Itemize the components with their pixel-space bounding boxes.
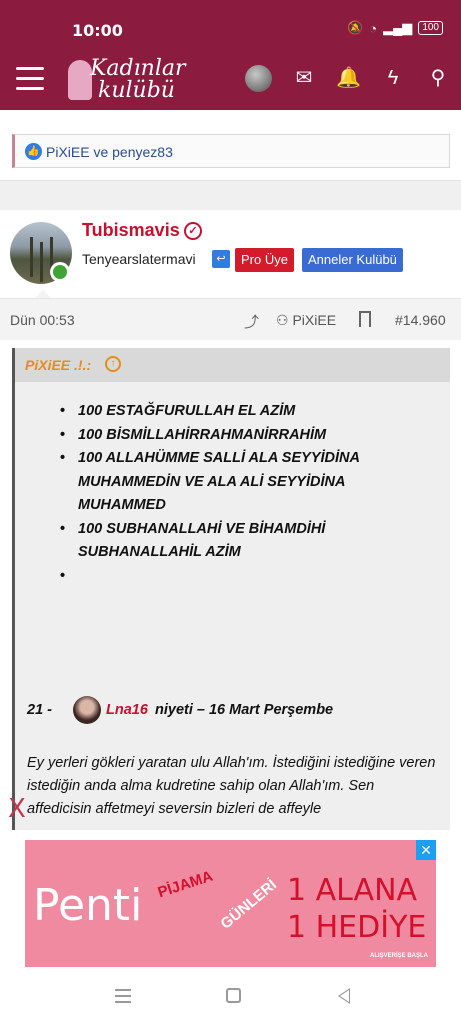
jump-up-icon[interactable]: ↑ — [105, 356, 121, 372]
status-bar: 10:00 🔕 ◔ ▂▄▆ 100 — [0, 0, 461, 50]
mini-avatar[interactable] — [73, 696, 101, 724]
post-separator — [0, 180, 461, 210]
logo-text-2: kulübü — [98, 78, 175, 103]
avatar[interactable] — [245, 65, 272, 92]
wifi-icon: ◔ — [369, 20, 378, 36]
anneler-badge: Anneler Kulübü — [302, 248, 403, 272]
site-logo[interactable]: Kadınlar kulübü — [62, 56, 192, 106]
search-icon[interactable]: ⚲ — [426, 66, 450, 90]
verified-icon: ✓ — [184, 222, 202, 240]
post-number[interactable]: #14.960 — [395, 312, 446, 328]
ad-line1: 1 ALANA — [287, 873, 418, 908]
bolt-icon[interactable]: ϟ — [381, 66, 405, 90]
post-username[interactable]: Tubismavis — [82, 220, 180, 241]
mail-icon[interactable]: ✉ — [292, 66, 316, 90]
like-icon: 👍 — [25, 143, 42, 160]
home-icon[interactable] — [226, 988, 241, 1003]
tagged-user-name: PiXiEE — [292, 312, 337, 328]
ad-line2: 1 HEDİYE — [287, 910, 427, 945]
post-meta-bar: Dün 00:53 ⤴ ⚇ PiXiEE #14.960 — [0, 298, 461, 340]
menu-icon[interactable] — [16, 67, 44, 91]
ad-dismiss-button[interactable]: X — [8, 794, 26, 824]
quote-author[interactable]: PiXiEE .!.: — [25, 357, 91, 373]
niyet-number: 21 - — [27, 702, 52, 718]
list-item: 100 ALLAHÜMME SALLİ ALA SEYYİDİNA MUHAMM… — [60, 447, 420, 518]
bell-icon[interactable]: 🔔 — [336, 66, 361, 90]
ad-cta[interactable]: ALIŞVERİŞE BAŞLA — [370, 953, 428, 959]
return-icon: ↩ — [212, 250, 230, 268]
avatar-pointer — [35, 290, 51, 298]
quote-block: PiXiEE .!.: ↑ 100 ESTAĞFURULLAH EL AZİM … — [12, 348, 450, 830]
bookmark-icon[interactable] — [359, 311, 371, 327]
signal-icon: ▂▄▆ — [383, 20, 413, 35]
quote-paragraph: Ey yerleri gökleri yaratan ulu Allah'ım.… — [27, 755, 436, 817]
ad-brand: Penti — [33, 880, 143, 931]
quote-header[interactable]: PiXiEE .!.: ↑ — [15, 348, 450, 382]
pro-badge: Pro Üye — [235, 248, 294, 272]
battery-icon: 100 — [418, 21, 443, 35]
status-icons: 🔕 ◔ ▂▄▆ 100 — [347, 20, 443, 36]
ad-pijama-text: PİJAMA — [155, 867, 215, 902]
ad-banner[interactable]: Penti PİJAMA GÜNLERİ 1 ALANA 1 HEDİYE AL… — [25, 840, 436, 967]
online-status-icon — [50, 262, 70, 282]
previous-post-actions — [0, 110, 461, 120]
recent-apps-icon[interactable] — [115, 989, 131, 1003]
list-item: 100 ESTAĞFURULLAH EL AZİM — [60, 400, 420, 424]
post-date[interactable]: Dün 00:53 — [10, 312, 75, 328]
user-title: Tenyearslatermavi — [82, 251, 196, 267]
list-item: 100 SUBHANALLAHİ VE BİHAMDİHİ SUBHANALLA… — [60, 518, 420, 565]
close-icon[interactable]: ✕ — [416, 840, 436, 860]
quote-list: 100 ESTAĞFURULLAH EL AZİM 100 BİSMİLLAHİ… — [60, 400, 420, 588]
logo-figure-icon — [68, 60, 92, 100]
ad-gunleri-text: GÜNLERİ — [217, 876, 281, 933]
mute-icon: 🔕 — [347, 20, 364, 35]
top-navbar: Kadınlar kulübü ✉ 🔔 ϟ ⚲ — [0, 50, 461, 110]
niyet-user[interactable]: Lna16 — [106, 702, 148, 718]
tagged-user[interactable]: ⚇ PiXiEE — [276, 312, 336, 329]
system-nav-bar — [0, 980, 461, 1024]
back-icon[interactable] — [338, 988, 350, 1004]
forum-post: Tubismavis ✓ Tenyearslatermavi ↩ Pro Üye… — [0, 210, 461, 830]
likes-summary[interactable]: 👍 PiXiEE ve penyez83 — [12, 134, 450, 168]
niyet-date: niyeti – 16 Mart Perşembe — [155, 702, 334, 718]
clock: 10:00 — [72, 21, 123, 40]
list-item: 100 BİSMİLLAHİRRAHMANİRRAHİM — [60, 424, 420, 448]
share-icon[interactable]: ⤴ — [244, 311, 259, 332]
likes-text[interactable]: PiXiEE ve penyez83 — [46, 144, 173, 160]
ad-container: Penti PİJAMA GÜNLERİ 1 ALANA 1 HEDİYE AL… — [0, 830, 461, 980]
